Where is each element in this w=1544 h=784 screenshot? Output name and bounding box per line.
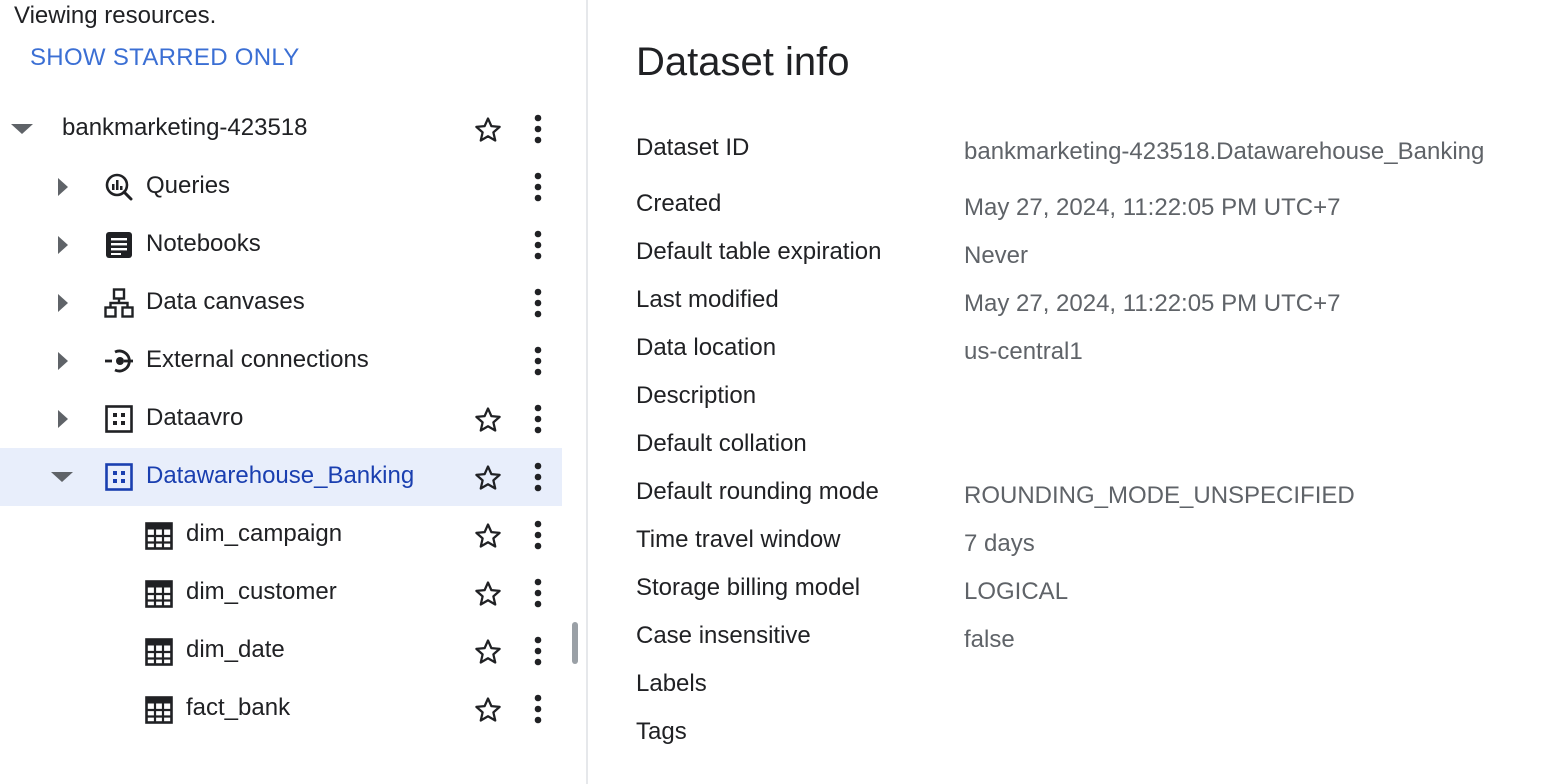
table-icon xyxy=(145,696,173,724)
more-vert-icon[interactable] xyxy=(528,287,548,319)
queries-icon xyxy=(105,173,133,201)
expand-toggle-icon[interactable] xyxy=(58,352,68,370)
dataset-icon xyxy=(105,463,133,491)
notebook-icon xyxy=(106,232,132,258)
tree-row-table[interactable]: dim_campaign xyxy=(0,506,562,564)
info-value: Never xyxy=(964,242,1029,269)
data-canvas-icon xyxy=(104,288,134,318)
table-icon xyxy=(145,580,173,608)
dataset-info-panel: Dataset info Dataset ID bankmarketing-42… xyxy=(588,0,1544,784)
tree-row-notebooks[interactable]: Notebooks xyxy=(0,216,562,274)
table-label: dim_customer xyxy=(186,578,337,605)
more-vert-icon[interactable] xyxy=(528,229,548,261)
table-label: dim_campaign xyxy=(186,520,343,547)
expand-toggle-icon[interactable] xyxy=(58,178,68,196)
info-value: May 27, 2024, 11:22:05 PM UTC+7 xyxy=(964,290,1341,317)
collapse-toggle-icon[interactable] xyxy=(11,124,33,134)
info-key: Default table expiration xyxy=(636,238,882,265)
page-title: Dataset info xyxy=(636,40,850,84)
project-name: bankmarketing-423518 xyxy=(62,114,308,141)
external-connection-icon xyxy=(105,349,133,373)
star-icon[interactable] xyxy=(473,521,503,551)
info-value: May 27, 2024, 11:22:05 PM UTC+7 xyxy=(964,194,1341,221)
table-icon xyxy=(145,638,173,666)
tree-item-label: Datawarehouse_Banking xyxy=(146,462,415,489)
info-key: Dataset ID xyxy=(636,134,750,161)
tree-row-table[interactable]: fact_bank xyxy=(0,680,562,738)
star-icon[interactable] xyxy=(473,463,503,493)
info-key: Tags xyxy=(636,718,687,745)
expand-toggle-icon[interactable] xyxy=(58,294,68,312)
explorer-panel: Viewing resources. SHOW STARRED ONLY ban… xyxy=(0,0,586,784)
tree-item-label: Notebooks xyxy=(146,230,261,257)
info-key: Last modified xyxy=(636,286,779,313)
info-key: Labels xyxy=(636,670,707,697)
info-value: us-central1 xyxy=(964,338,1083,365)
tree-item-label: Data canvases xyxy=(146,288,305,315)
star-icon[interactable] xyxy=(473,115,503,145)
info-key: Description xyxy=(636,382,757,409)
more-vert-icon[interactable] xyxy=(528,461,548,493)
info-key: Time travel window xyxy=(636,526,841,553)
tree-row-data-canvases[interactable]: Data canvases xyxy=(0,274,562,332)
more-vert-icon[interactable] xyxy=(528,171,548,203)
table-label: dim_date xyxy=(186,636,285,663)
more-vert-icon[interactable] xyxy=(528,635,548,667)
tree-row-project[interactable]: bankmarketing-423518 xyxy=(0,100,562,158)
more-vert-icon[interactable] xyxy=(528,519,548,551)
tree-item-label: External connections xyxy=(146,346,369,373)
info-value: false xyxy=(964,626,1015,653)
info-key: Case insensitive xyxy=(636,622,811,649)
star-icon[interactable] xyxy=(473,405,503,435)
tree-row-table[interactable]: dim_customer xyxy=(0,564,562,622)
info-key: Default rounding mode xyxy=(636,478,879,505)
resource-tree: bankmarketing-423518 Queries Notebooks D… xyxy=(0,100,562,738)
tree-row-external-connections[interactable]: External connections xyxy=(0,332,562,390)
info-value: 7 days xyxy=(964,530,1035,557)
expand-toggle-icon[interactable] xyxy=(58,410,68,428)
tree-item-label: Queries xyxy=(146,172,231,199)
more-vert-icon[interactable] xyxy=(528,577,548,609)
tree-item-label: Dataavro xyxy=(146,404,244,431)
tree-row-table[interactable]: dim_date xyxy=(0,622,562,680)
more-vert-icon[interactable] xyxy=(528,345,548,377)
tree-row-datawarehouse-banking[interactable]: Datawarehouse_Banking xyxy=(0,448,562,506)
table-icon xyxy=(145,522,173,550)
star-icon[interactable] xyxy=(473,695,503,725)
viewing-resources-text: Viewing resources. xyxy=(14,2,217,29)
info-value: ROUNDING_MODE_UNSPECIFIED xyxy=(964,482,1355,509)
table-label: fact_bank xyxy=(186,694,291,721)
tree-row-dataavro[interactable]: Dataavro xyxy=(0,390,562,448)
info-value: LOGICAL xyxy=(964,578,1069,605)
show-starred-only-button[interactable]: SHOW STARRED ONLY xyxy=(30,44,300,72)
scrollbar-thumb[interactable] xyxy=(572,622,578,664)
collapse-toggle-icon[interactable] xyxy=(51,472,73,482)
info-key: Data location xyxy=(636,334,777,361)
star-icon[interactable] xyxy=(473,637,503,667)
star-icon[interactable] xyxy=(473,579,503,609)
expand-toggle-icon[interactable] xyxy=(58,236,68,254)
tree-row-queries[interactable]: Queries xyxy=(0,158,562,216)
more-vert-icon[interactable] xyxy=(528,113,548,145)
info-key: Storage billing model xyxy=(636,574,861,601)
dataset-icon xyxy=(105,405,133,433)
info-key: Default collation xyxy=(636,430,807,457)
info-value: bankmarketing-423518.Datawarehouse_Banki… xyxy=(964,138,1485,165)
info-key: Created xyxy=(636,190,722,217)
more-vert-icon[interactable] xyxy=(528,693,548,725)
more-vert-icon[interactable] xyxy=(528,403,548,435)
